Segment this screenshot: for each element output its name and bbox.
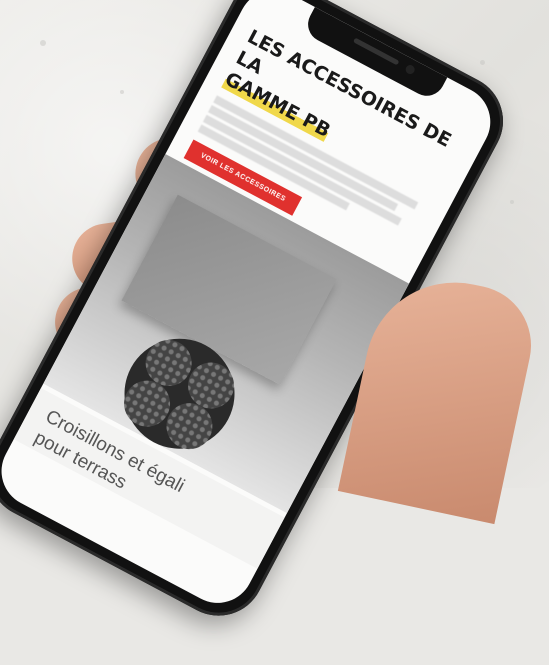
speaker-grille [352,37,400,66]
front-camera [404,63,417,76]
wall-speck [40,40,46,46]
wall-speck [480,60,485,65]
